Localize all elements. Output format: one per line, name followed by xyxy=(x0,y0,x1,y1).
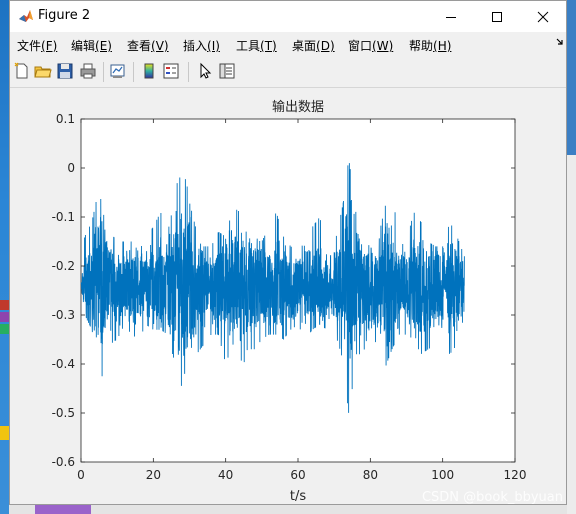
desktop-icon-fragment xyxy=(0,324,9,334)
menu-edit[interactable]: 编辑(E) xyxy=(71,37,112,54)
menu-desktop[interactable]: 桌面(D) xyxy=(292,37,335,54)
desktop-bottom-edge xyxy=(9,505,567,514)
title-bar[interactable]: Figure 2 xyxy=(10,1,566,32)
y-tick-label: -0.5 xyxy=(52,406,75,420)
open-file-icon[interactable] xyxy=(34,62,52,80)
menu-tools[interactable]: 工具(T) xyxy=(236,37,277,54)
watermark-text: CSDN @book_bbyuan xyxy=(422,490,563,504)
close-button[interactable] xyxy=(520,1,566,32)
y-tick-label: -0.6 xyxy=(52,455,75,469)
x-tick-label: 60 xyxy=(290,468,305,482)
desktop-icon-fragment xyxy=(0,426,9,440)
taskbar-fragment xyxy=(35,505,91,514)
close-icon xyxy=(537,11,549,22)
matlab-logo-icon xyxy=(18,8,34,24)
menu-view[interactable]: 查看(V) xyxy=(127,37,169,54)
toolbar-separator xyxy=(103,62,104,82)
print-icon[interactable] xyxy=(79,62,97,80)
x-axis-label: t/s xyxy=(290,489,306,504)
y-tick-label: -0.4 xyxy=(52,357,75,371)
toolbar-separator xyxy=(133,62,134,82)
y-tick-label: -0.3 xyxy=(52,308,75,322)
y-tick-label: -0.2 xyxy=(52,259,75,273)
x-tick-label: 100 xyxy=(431,468,454,482)
figure-toolbar xyxy=(10,57,566,88)
dock-figure-icon[interactable] xyxy=(556,38,564,46)
x-tick-label: 20 xyxy=(146,468,161,482)
link-plot-icon[interactable] xyxy=(109,62,127,80)
desktop-left-edge xyxy=(0,0,9,514)
x-tick-label: 40 xyxy=(218,468,233,482)
figure-window: Figure 2 文件(F) 编辑(E) 查看(V) 插入(I) 工具(T) 桌… xyxy=(9,0,567,505)
menu-insert[interactable]: 插入(I) xyxy=(183,37,220,54)
new-figure-icon[interactable] xyxy=(13,62,31,80)
y-tick-label: 0 xyxy=(67,161,75,175)
toolbar-separator xyxy=(188,62,189,82)
colorbar-icon[interactable] xyxy=(140,62,158,80)
y-tick-label: 0.1 xyxy=(56,112,75,126)
legend-icon[interactable] xyxy=(162,62,180,80)
maximize-button[interactable] xyxy=(474,1,520,32)
menu-window[interactable]: 窗口(W) xyxy=(348,37,393,54)
menu-file[interactable]: 文件(F) xyxy=(17,37,57,54)
desktop-icon-fragment xyxy=(0,312,9,322)
minimize-icon xyxy=(446,16,456,18)
chart-title: 输出数据 xyxy=(272,99,324,115)
menu-bar: 文件(F) 编辑(E) 查看(V) 插入(I) 工具(T) 桌面(D) 窗口(W… xyxy=(10,32,566,57)
save-icon[interactable] xyxy=(56,62,74,80)
window-title: Figure 2 xyxy=(38,8,91,23)
minimize-button[interactable] xyxy=(428,1,474,32)
x-tick-label: 80 xyxy=(363,468,378,482)
desktop-icon-fragment xyxy=(0,300,9,310)
maximize-icon xyxy=(492,11,502,22)
background-window-fragment xyxy=(567,155,576,514)
desktop-right-edge xyxy=(567,0,576,514)
pointer-icon[interactable] xyxy=(196,62,214,80)
x-tick-label: 120 xyxy=(504,468,527,482)
y-tick-label: -0.1 xyxy=(52,210,75,224)
menu-help[interactable]: 帮助(H) xyxy=(409,37,451,54)
x-tick-label: 0 xyxy=(77,468,85,482)
property-inspector-icon[interactable] xyxy=(218,62,236,80)
line-plot[interactable]: 输出数据 0 20 40 60 80 100 120 0.1 0 -0.1 -0.2 -0.3 -0.… xyxy=(10,88,566,505)
figure-canvas[interactable]: 输出数据 0 20 40 60 80 100 120 0.1 0 -0.1 -0.2 -0.3 -0.… xyxy=(10,88,566,505)
